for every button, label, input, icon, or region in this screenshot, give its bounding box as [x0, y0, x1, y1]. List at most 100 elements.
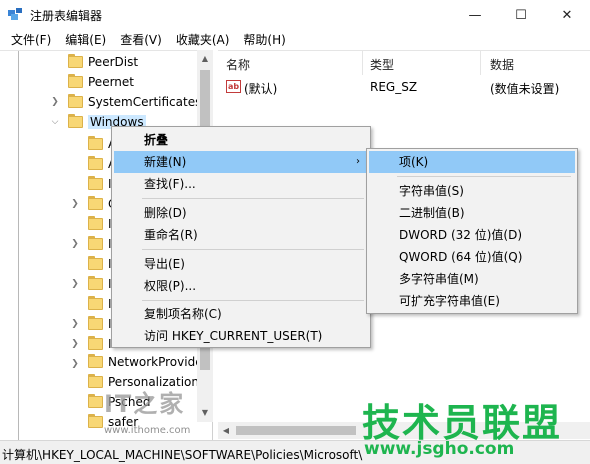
tree-item-label: PeerDist — [88, 55, 139, 69]
scroll-up-icon[interactable]: ▲ — [197, 52, 213, 66]
tree-item-peernet[interactable]: Peernet — [68, 72, 134, 92]
window-title: 注册表编辑器 — [30, 9, 103, 23]
folder-icon — [88, 414, 103, 428]
scroll-down-icon[interactable]: ▼ — [197, 406, 213, 420]
chevron-right-icon[interactable]: ❯ — [70, 319, 80, 329]
title-bar: 注册表编辑器 — ☐ ✕ — [0, 0, 590, 30]
regedit-app-icon — [8, 8, 22, 20]
menu-item-delete[interactable]: 删除(D) — [114, 202, 368, 224]
folder-icon — [88, 216, 103, 230]
folder-icon — [68, 54, 83, 68]
menu-favorites[interactable]: 收藏夹(A) — [169, 30, 237, 50]
menu-item-new-dword[interactable]: DWORD (32 位)值(D) — [369, 224, 575, 246]
folder-icon — [88, 156, 103, 170]
string-value-icon: ab — [226, 80, 241, 93]
folder-icon — [88, 276, 103, 290]
folder-icon — [68, 114, 83, 128]
chevron-right-icon: › — [356, 156, 360, 167]
menu-item-new-string[interactable]: 字符串值(S) — [369, 180, 575, 202]
close-button[interactable]: ✕ — [544, 0, 590, 30]
column-header-name[interactable]: 名称 — [226, 56, 250, 73]
column-header-type[interactable]: 类型 — [370, 56, 394, 73]
jsgho-brand-url: www.jsgho.com — [364, 439, 515, 459]
folder-icon — [88, 394, 103, 408]
menu-item-new-multi-string[interactable]: 多字符串值(M) — [369, 268, 575, 290]
folder-icon — [88, 374, 103, 388]
context-menu: 折叠 新建(N) › 查找(F)... 删除(D) 重命名(R) 导出(E) 权… — [111, 126, 371, 348]
chevron-right-icon[interactable]: ❯ — [70, 279, 80, 289]
menu-item-export[interactable]: 导出(E) — [114, 253, 368, 275]
scroll-left-icon[interactable]: ◀ — [218, 424, 234, 438]
maximize-button[interactable]: ☐ — [498, 0, 544, 30]
maximize-icon: ☐ — [515, 7, 527, 23]
menu-file[interactable]: 文件(F) — [4, 30, 58, 50]
folder-icon — [88, 354, 103, 368]
menu-item-new-expandable-string[interactable]: 可扩充字符串值(E) — [369, 290, 575, 312]
menu-item-collapse[interactable]: 折叠 — [114, 129, 368, 151]
folder-icon — [88, 316, 103, 330]
chevron-right-icon[interactable]: ❯ — [70, 239, 80, 249]
menu-item-permissions[interactable]: 权限(P)... — [114, 275, 368, 297]
menu-item-new-binary[interactable]: 二进制值(B) — [369, 202, 575, 224]
menu-item-copy-key-name[interactable]: 复制项名称(C) — [114, 303, 368, 325]
menu-bar: 文件(F) 编辑(E) 查看(V) 收藏夹(A) 帮助(H) — [0, 30, 590, 50]
menu-help[interactable]: 帮助(H) — [236, 30, 292, 50]
chevron-right-icon[interactable]: ❯ — [70, 199, 80, 209]
folder-icon — [88, 256, 103, 270]
menu-edit[interactable]: 编辑(E) — [58, 30, 113, 50]
ithome-watermark-logo: IT之家 — [104, 390, 186, 418]
menu-separator — [397, 176, 571, 177]
tree-item-label: NetworkProvide — [108, 355, 203, 369]
tree-guide-line — [18, 51, 19, 440]
menu-item-new[interactable]: 新建(N) › — [114, 151, 368, 173]
value-type: REG_SZ — [370, 80, 418, 94]
chevron-right-icon[interactable]: ❯ — [70, 339, 80, 349]
menu-separator — [142, 300, 364, 301]
new-submenu: 项(K) 字符串值(S) 二进制值(B) DWORD (32 位)值(D) QW… — [366, 148, 578, 314]
menu-view[interactable]: 查看(V) — [113, 30, 169, 50]
tree-child[interactable]: I — [88, 234, 112, 254]
folder-icon — [68, 94, 83, 108]
tree-child[interactable]: I — [88, 274, 112, 294]
close-icon: ✕ — [561, 7, 573, 23]
tree-child[interactable]: I — [88, 314, 112, 334]
menu-item-goto-hkcu[interactable]: 访问 HKEY_CURRENT_USER(T) — [114, 325, 368, 347]
tree-item-systemcertificates[interactable]: SystemCertificates — [68, 92, 201, 112]
chevron-right-icon[interactable]: ❯ — [50, 97, 60, 107]
tree-item-label: Peernet — [88, 75, 134, 89]
value-name: (默认) — [244, 82, 278, 96]
folder-icon — [88, 196, 103, 210]
ithome-watermark-url: www.ithome.com — [104, 425, 191, 436]
tree-child[interactable]: I — [88, 214, 112, 234]
minimize-icon: — — [468, 7, 482, 23]
value-data: (数值未设置) — [490, 82, 560, 96]
column-divider[interactable] — [362, 51, 363, 75]
tree-child[interactable]: I — [88, 334, 112, 354]
tree-item-networkprovider[interactable]: NetworkProvide — [88, 352, 203, 372]
list-header: 名称 类型 数据 — [218, 51, 590, 75]
menu-item-find[interactable]: 查找(F)... — [114, 173, 368, 195]
menu-separator — [142, 249, 364, 250]
chevron-down-icon[interactable]: ⌵ — [50, 117, 60, 127]
folder-icon — [88, 336, 103, 350]
folder-icon — [88, 136, 103, 150]
column-divider[interactable] — [480, 51, 481, 75]
tree-item-peerdist[interactable]: PeerDist — [68, 52, 138, 72]
menu-item-label: 新建(N) — [144, 155, 187, 169]
folder-icon — [68, 74, 83, 88]
tree-child[interactable]: I — [88, 254, 112, 274]
minimize-button[interactable]: — — [452, 0, 498, 30]
menu-item-new-key[interactable]: 项(K) — [369, 151, 575, 173]
status-path: 计算机\HKEY_LOCAL_MACHINE\SOFTWARE\Policies… — [2, 448, 363, 462]
table-row[interactable]: ab (默认) REG_SZ (数值未设置) — [218, 77, 590, 97]
folder-icon — [88, 176, 103, 190]
tree-child[interactable]: I — [88, 294, 112, 314]
tree-child[interactable]: I — [88, 174, 112, 194]
scrollbar-thumb[interactable] — [236, 426, 356, 435]
chevron-right-icon[interactable]: ❯ — [70, 359, 80, 369]
column-header-data[interactable]: 数据 — [490, 56, 514, 73]
folder-icon — [88, 236, 103, 250]
tree-item-label: SystemCertificates — [88, 95, 202, 109]
menu-item-new-qword[interactable]: QWORD (64 位)值(Q) — [369, 246, 575, 268]
menu-item-rename[interactable]: 重命名(R) — [114, 224, 368, 246]
